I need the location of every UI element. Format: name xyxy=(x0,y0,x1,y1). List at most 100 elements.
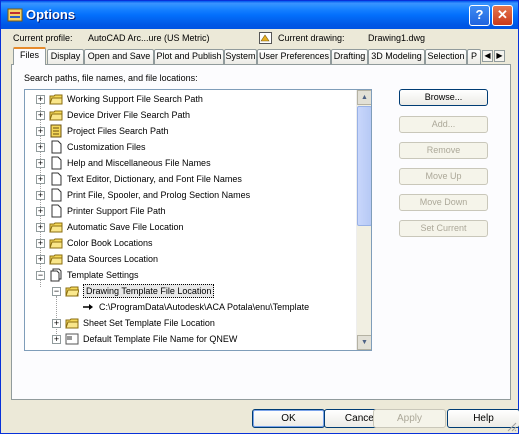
expand-icon[interactable]: + xyxy=(36,159,45,168)
file-locations-tree[interactable]: + Working Support File Search Path + Dev… xyxy=(24,89,372,351)
tab-system[interactable]: System xyxy=(224,49,257,64)
scroll-up-icon[interactable]: ▲ xyxy=(357,90,371,105)
apply-button[interactable]: Apply xyxy=(373,409,446,428)
tab-plot-and-publish[interactable]: Plot and Publish xyxy=(154,49,224,64)
remove-button[interactable]: Remove xyxy=(399,142,488,159)
ok-button[interactable]: OK xyxy=(252,409,325,428)
expand-icon[interactable]: + xyxy=(36,111,45,120)
folder-icon xyxy=(65,318,79,329)
expand-icon[interactable]: + xyxy=(36,191,45,200)
tab-3d-modeling[interactable]: 3D Modeling xyxy=(368,49,425,64)
tree-vertical-scrollbar[interactable]: ▲ ▼ xyxy=(356,90,371,350)
tree-item-default-template-qnew[interactable]: + Default Template File Name for QNEW xyxy=(25,331,355,347)
tree-item-help-misc[interactable]: + Help and Miscellaneous File Names xyxy=(25,155,355,171)
tab-open-and-save[interactable]: Open and Save xyxy=(84,49,154,64)
expand-icon[interactable]: + xyxy=(52,319,61,328)
tab-selection[interactable]: Selection xyxy=(425,49,467,64)
browse-button[interactable]: Browse... xyxy=(399,89,488,106)
collapse-icon[interactable]: − xyxy=(36,271,45,280)
expand-icon[interactable]: + xyxy=(36,223,45,232)
tree-item-device-driver[interactable]: + Device Driver File Search Path xyxy=(25,107,355,123)
template-icon xyxy=(50,268,62,282)
tree-item-label: Project Files Search Path xyxy=(67,126,169,136)
tab-files[interactable]: Files xyxy=(13,47,46,65)
help-title-button[interactable]: ? xyxy=(469,5,490,26)
tree-item-label: Color Book Locations xyxy=(67,238,153,248)
expand-icon[interactable]: + xyxy=(36,207,45,216)
folder-icon xyxy=(49,222,63,233)
cancel-button-label: Cancel xyxy=(344,413,377,424)
tree-item-template-path[interactable]: C:\ProgramData\Autodesk\ACA Potala\enu\T… xyxy=(25,299,355,315)
tab-profiles-partial[interactable]: P xyxy=(467,49,481,64)
current-profile-value: AutoCAD Arc...ure (US Metric) xyxy=(88,33,210,43)
set-current-button[interactable]: Set Current xyxy=(399,220,488,237)
move-up-button[interactable]: Move Up xyxy=(399,168,488,185)
tree-item-label: Customization Files xyxy=(67,142,146,152)
expand-icon[interactable]: + xyxy=(36,127,45,136)
document-icon xyxy=(51,156,62,170)
resize-grip-icon[interactable] xyxy=(505,420,517,432)
open-folder-icon xyxy=(65,286,79,297)
close-button[interactable]: ✕ xyxy=(492,5,513,26)
collapse-icon[interactable]: − xyxy=(52,287,61,296)
tree-item-print-file[interactable]: + Print File, Spooler, and Prolog Sectio… xyxy=(25,187,355,203)
set-current-button-label: Set Current xyxy=(420,223,467,233)
tree-item-data-sources[interactable]: + Data Sources Location xyxy=(25,251,355,267)
document-icon xyxy=(51,172,62,186)
tree-item-label: Automatic Save File Location xyxy=(67,222,184,232)
tree-item-printer-support[interactable]: + Printer Support File Path xyxy=(25,203,355,219)
title-bar[interactable]: Options ? ✕ xyxy=(1,1,518,29)
document-icon xyxy=(51,140,62,154)
close-icon: ✕ xyxy=(497,7,508,22)
expand-icon[interactable]: + xyxy=(36,143,45,152)
expand-icon[interactable]: + xyxy=(36,175,45,184)
tree-item-sheet-set-template[interactable]: + Sheet Set Template File Location xyxy=(25,315,355,331)
tree-item-label: Text Editor, Dictionary, and Font File N… xyxy=(67,174,242,184)
remove-button-label: Remove xyxy=(426,145,461,155)
tree-item-autosave[interactable]: + Automatic Save File Location xyxy=(25,219,355,235)
move-down-button[interactable]: Move Down xyxy=(399,194,488,211)
tree-item-label: Help and Miscellaneous File Names xyxy=(67,158,211,168)
scroll-thumb[interactable] xyxy=(357,106,371,226)
tree-item-label: Template Settings xyxy=(67,270,139,280)
document-icon xyxy=(51,188,62,202)
tree-item-label: Drawing Template File Location xyxy=(83,284,215,298)
dwt-file-icon xyxy=(65,333,79,345)
tree-item-working-support[interactable]: + Working Support File Search Path xyxy=(25,91,355,107)
help-glyph: ? xyxy=(475,7,484,22)
tree-item-customization[interactable]: + Customization Files xyxy=(25,139,355,155)
tab-strip: Files Display Open and Save Plot and Pub… xyxy=(11,47,511,65)
tree-item-template-settings[interactable]: − Template Settings xyxy=(25,267,355,283)
expand-icon[interactable]: + xyxy=(36,255,45,264)
expand-icon[interactable]: + xyxy=(52,335,61,344)
current-profile-label: Current profile: xyxy=(13,33,73,43)
tab-user-preferences[interactable]: User Preferences xyxy=(257,49,331,64)
scroll-down-icon[interactable]: ▼ xyxy=(357,335,371,350)
profile-row: Current profile: AutoCAD Arc...ure (US M… xyxy=(1,32,518,46)
tab-display[interactable]: Display xyxy=(47,49,84,64)
add-button-label: Add... xyxy=(431,119,456,129)
document-icon xyxy=(51,204,62,218)
tree-item-label: Device Driver File Search Path xyxy=(67,110,191,120)
add-button[interactable]: Add... xyxy=(399,116,488,133)
tab-scroll-right-icon[interactable]: ▶ xyxy=(494,50,505,62)
options-app-icon xyxy=(7,8,23,22)
tree-item-drawing-template-location[interactable]: − Drawing Template File Location xyxy=(25,283,355,299)
tree-item-text-editor[interactable]: + Text Editor, Dictionary, and Font File… xyxy=(25,171,355,187)
tree-item-color-book[interactable]: + Color Book Locations xyxy=(25,235,355,251)
tab-drafting[interactable]: Drafting xyxy=(331,49,368,64)
tree-item-project-files[interactable]: + Project Files Search Path xyxy=(25,123,355,139)
expand-icon[interactable]: + xyxy=(36,239,45,248)
project-files-icon xyxy=(50,124,62,138)
tree-item-label: Printer Support File Path xyxy=(67,206,166,216)
options-dialog: Options ? ✕ Current profile: AutoCAD Arc… xyxy=(0,0,519,434)
move-up-button-label: Move Up xyxy=(425,171,462,181)
tree-item-label: Data Sources Location xyxy=(67,254,159,264)
ok-button-label: OK xyxy=(281,413,296,424)
current-drawing-value: Drawing1.dwg xyxy=(368,33,426,43)
folder-icon xyxy=(49,254,63,265)
expand-icon[interactable]: + xyxy=(36,95,45,104)
tab-scroll-left-icon[interactable]: ◀ xyxy=(482,50,493,62)
arrow-path-icon xyxy=(83,304,93,310)
folder-icon xyxy=(49,94,63,105)
